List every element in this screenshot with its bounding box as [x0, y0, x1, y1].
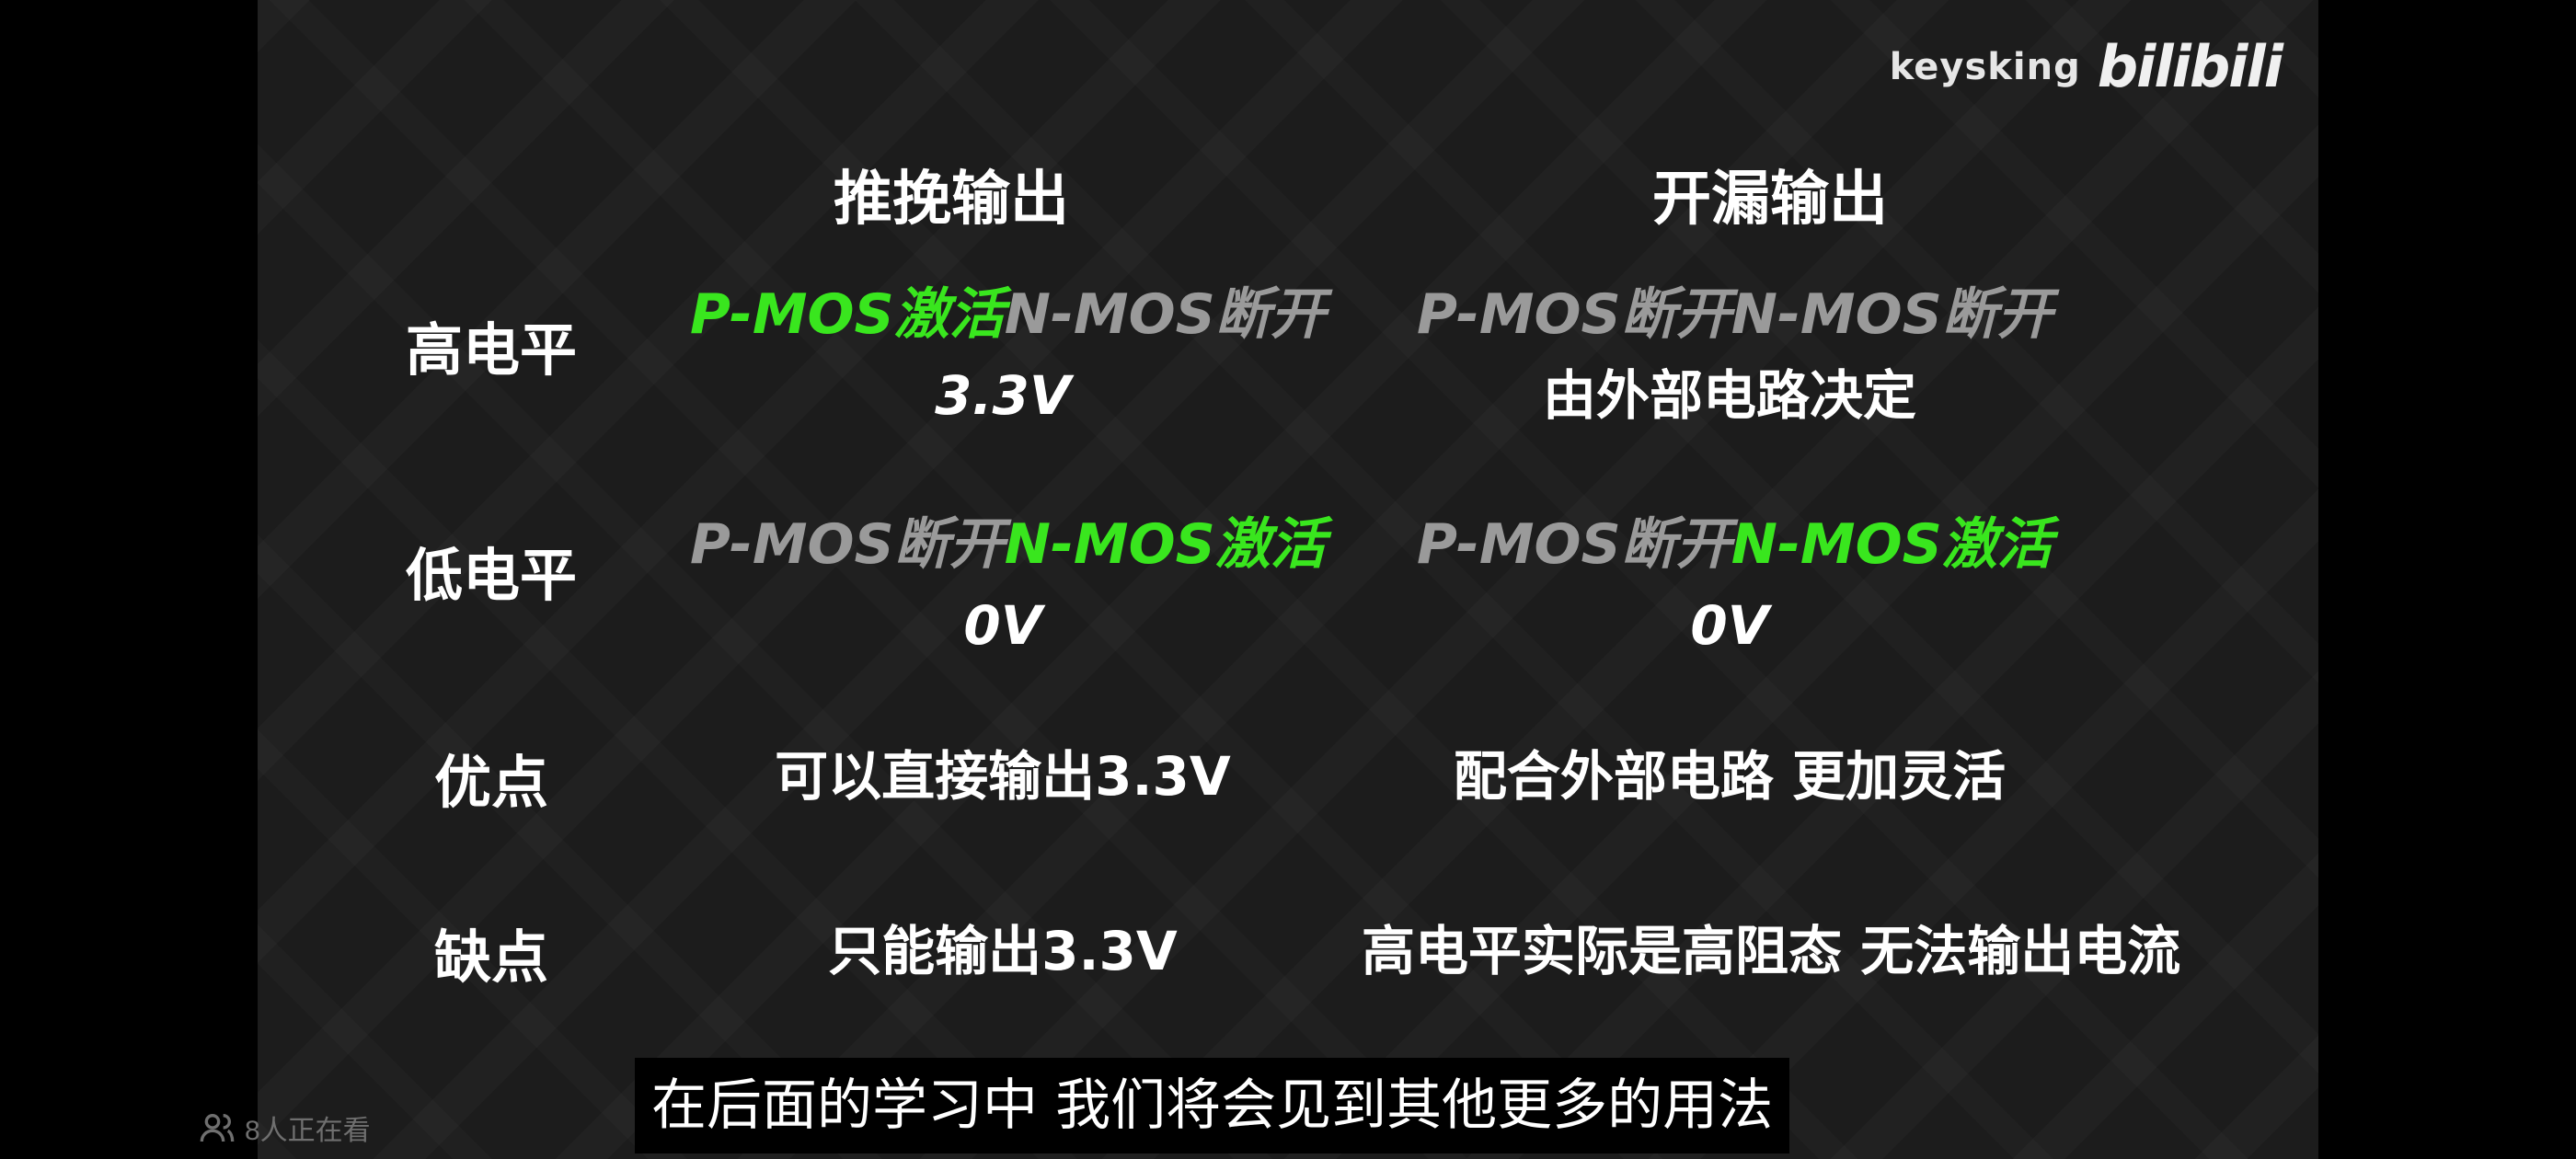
cell-low-open-drain: P-MOS断开N-MOS激活 0V — [1417, 504, 2053, 666]
p-mos-state: P-MOS断开 — [1417, 512, 1731, 577]
n-mos-state: N-MOS断开 — [1004, 282, 1326, 347]
p-mos-state: P-MOS断开 — [690, 512, 1005, 577]
video-frame[interactable]: keysking bilibili 推挽输出 开漏输出 高电平 P-MOS激活N… — [258, 0, 2318, 1159]
p-mos-state: P-MOS断开 — [1417, 282, 1731, 347]
output-value: 0V — [1690, 594, 1769, 657]
uploader-name: keysking — [1889, 45, 2081, 88]
row-header-low-level: 低电平 — [405, 542, 577, 609]
column-header-push-pull: 推挽输出 — [834, 166, 1069, 234]
row-header-disadvantages: 缺点 — [433, 924, 548, 991]
output-value: 0V — [963, 594, 1042, 657]
output-value: 3.3V — [935, 364, 1071, 427]
cell-advantage-push-pull: 可以直接输出3.3V — [775, 745, 1231, 808]
cell-disadvantage-push-pull: 只能输出3.3V — [828, 920, 1178, 982]
cell-high-open-drain: P-MOS断开N-MOS断开 由外部电路决定 — [1417, 274, 2053, 436]
bilibili-logo: bilibili — [2097, 33, 2283, 100]
output-value: 由外部电路决定 — [1542, 364, 1916, 427]
viewer-count: 8人正在看 — [199, 1107, 371, 1148]
cell-high-push-pull: P-MOS激活N-MOS断开 3.3V — [690, 274, 1326, 436]
p-mos-state: P-MOS激活 — [690, 282, 1005, 347]
n-mos-state: N-MOS断开 — [1731, 282, 2053, 347]
n-mos-state: N-MOS激活 — [1731, 512, 2053, 577]
subtitle-caption: 在后面的学习中 我们将会见到其他更多的用法 — [635, 1058, 1790, 1153]
row-header-advantages: 优点 — [433, 749, 548, 816]
cell-disadvantage-open-drain: 高电平实际是高阻态 无法输出电流 — [1362, 920, 2181, 982]
video-player[interactable]: keysking bilibili 推挽输出 开漏输出 高电平 P-MOS激活N… — [0, 0, 2576, 1159]
brand-watermark: keysking bilibili — [1889, 33, 2283, 100]
viewer-count-text: 8人正在看 — [245, 1116, 371, 1146]
cell-advantage-open-drain: 配合外部电路 更加灵活 — [1453, 745, 2007, 808]
n-mos-state: N-MOS激活 — [1004, 512, 1326, 577]
people-icon — [200, 1114, 235, 1142]
row-header-high-level: 高电平 — [405, 316, 577, 384]
cell-low-push-pull: P-MOS断开N-MOS激活 0V — [690, 504, 1326, 666]
column-header-open-drain: 开漏输出 — [1652, 166, 1888, 234]
